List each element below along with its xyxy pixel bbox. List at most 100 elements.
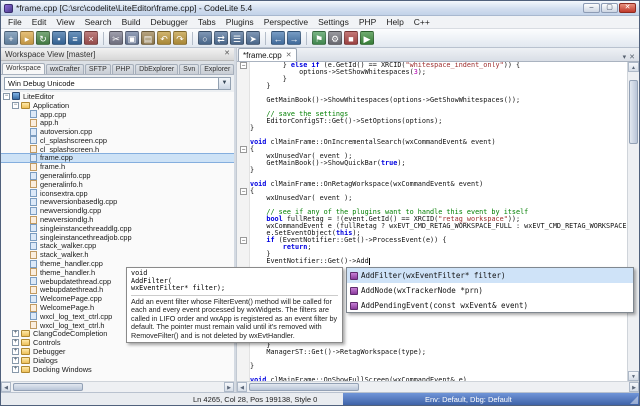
code-line[interactable]: wxUnusedVar( event ); bbox=[237, 195, 627, 202]
sidebar-tab-wxcrafter[interactable]: wxCrafter bbox=[46, 64, 84, 74]
code-line[interactable]: void clMainFrame::OnIncrementalSearch(wx… bbox=[237, 139, 627, 146]
stop-build-icon[interactable]: ■ bbox=[344, 31, 358, 45]
menu-item-view[interactable]: View bbox=[51, 17, 79, 27]
cut-icon[interactable]: ✂ bbox=[109, 31, 123, 45]
menu-item-search[interactable]: Search bbox=[80, 17, 117, 27]
code-line[interactable]: void clMainFrame::OnRetagWorkspace(wxCom… bbox=[237, 181, 627, 188]
expand-icon[interactable]: + bbox=[12, 366, 19, 373]
sidebar-tab-dbexplorer[interactable]: DbExplorer bbox=[135, 64, 178, 74]
sidebar-tab-svn[interactable]: Svn bbox=[179, 64, 199, 74]
code-line[interactable]: EditorConfigST::Get()->SetOptions(option… bbox=[237, 118, 627, 125]
close-file-icon[interactable]: × bbox=[84, 31, 98, 45]
redo-icon[interactable]: ↷ bbox=[173, 31, 187, 45]
editor-horizontal-scrollbar[interactable]: ◀ ▶ bbox=[237, 381, 639, 392]
resize-grip[interactable] bbox=[630, 396, 638, 404]
fold-toggle-icon[interactable]: − bbox=[240, 62, 247, 69]
code-line[interactable]: ManagerST::Get()->RetagWorkspace(type); bbox=[237, 349, 627, 356]
workspace-pane-header[interactable]: Workspace View [master] ✕ bbox=[1, 48, 234, 61]
menu-item-settings[interactable]: Settings bbox=[313, 17, 354, 27]
code-line[interactable] bbox=[237, 356, 627, 363]
maximize-button[interactable]: ▢ bbox=[601, 3, 618, 13]
sidebar-tab-explorer[interactable]: Explorer bbox=[200, 64, 234, 74]
tree-item-singleinstancethreadjob-cpp[interactable]: singleinstancethreadjob.cpp bbox=[1, 233, 234, 242]
tree-item-generalinfo-cpp[interactable]: generalinfo.cpp bbox=[1, 171, 234, 180]
expand-icon[interactable]: + bbox=[12, 357, 19, 364]
run-icon[interactable]: ▶ bbox=[360, 31, 374, 45]
fold-toggle-icon[interactable]: − bbox=[240, 188, 247, 195]
minimize-button[interactable]: – bbox=[583, 3, 600, 13]
find-replace-icon[interactable]: ⇄ bbox=[214, 31, 228, 45]
forward-icon[interactable]: → bbox=[287, 31, 301, 45]
scroll-right-icon[interactable]: ▶ bbox=[224, 382, 234, 392]
scroll-left-icon[interactable]: ◀ bbox=[1, 382, 11, 392]
close-pane-icon[interactable]: ✕ bbox=[224, 50, 230, 58]
tree-item-application[interactable]: −Application bbox=[1, 101, 234, 110]
menu-item-help[interactable]: Help bbox=[381, 17, 408, 27]
tab-list-dropdown-icon[interactable]: ▾ bbox=[623, 53, 627, 61]
tree-item-debugger[interactable]: +Debugger bbox=[1, 347, 234, 356]
code-line[interactable]: return; bbox=[237, 244, 627, 251]
save-file-icon[interactable]: ▪ bbox=[52, 31, 66, 45]
save-all-icon[interactable]: ≡ bbox=[68, 31, 82, 45]
back-icon[interactable]: ← bbox=[271, 31, 285, 45]
tree-item-singleinstancethreaddlg-cpp[interactable]: singleinstancethreaddlg.cpp bbox=[1, 224, 234, 233]
scrollbar-thumb[interactable] bbox=[249, 383, 359, 391]
find-in-files-icon[interactable]: ☰ bbox=[230, 31, 244, 45]
expand-icon[interactable]: + bbox=[12, 339, 19, 346]
copy-icon[interactable]: ▣ bbox=[125, 31, 139, 45]
close-tab-icon[interactable]: ✕ bbox=[286, 51, 292, 59]
expand-icon[interactable]: + bbox=[12, 330, 19, 337]
new-file-icon[interactable]: + bbox=[4, 31, 18, 45]
completion-item[interactable]: AddPendingEvent(const wxEvent& event) bbox=[347, 298, 633, 313]
find-icon[interactable]: ○ bbox=[198, 31, 212, 45]
code-line[interactable]: } bbox=[237, 125, 627, 132]
menu-item-plugins[interactable]: Plugins bbox=[221, 17, 259, 27]
menu-item-build[interactable]: Build bbox=[117, 17, 146, 27]
tab-frame-cpp[interactable]: *frame.cpp ✕ bbox=[238, 48, 297, 61]
completion-item[interactable]: AddNode(wxTrackerNode *prn) bbox=[347, 283, 633, 298]
tree-item-stack-walker-cpp[interactable]: stack_walker.cpp bbox=[1, 242, 234, 251]
sidebar-tab-workspace[interactable]: Workspace bbox=[2, 63, 45, 74]
code-line[interactable]: options->SetShowWhitespaces(3); bbox=[237, 69, 627, 76]
scroll-down-icon[interactable]: ▼ bbox=[628, 371, 639, 381]
bookmark-icon[interactable]: ⚑ bbox=[312, 31, 326, 45]
tree-item-newversiondlg-h[interactable]: newversiondlg.h bbox=[1, 215, 234, 224]
scroll-right-icon[interactable]: ▶ bbox=[629, 382, 639, 392]
tree-item-app-h[interactable]: app.h bbox=[1, 118, 234, 127]
sidebar-tab-php[interactable]: PHP bbox=[112, 64, 134, 74]
code-line[interactable]: EventNotifier::Get()->Add bbox=[237, 258, 627, 265]
expand-icon[interactable]: + bbox=[12, 348, 19, 355]
fold-toggle-icon[interactable]: − bbox=[240, 237, 247, 244]
collapse-icon[interactable]: − bbox=[3, 93, 10, 100]
tree-item-autoversion-cpp[interactable]: autoversion.cpp bbox=[1, 127, 234, 136]
open-folder-icon[interactable]: ▸ bbox=[20, 31, 34, 45]
tree-item-stack-walker-h[interactable]: stack_walker.h bbox=[1, 250, 234, 259]
chevron-down-icon[interactable]: ▼ bbox=[218, 78, 230, 89]
tree-item-frame-cpp[interactable]: frame.cpp bbox=[1, 154, 234, 163]
tree-item-app-cpp[interactable]: app.cpp bbox=[1, 110, 234, 119]
menu-item-edit[interactable]: Edit bbox=[27, 17, 52, 27]
tree-horizontal-scrollbar[interactable]: ◀ ▶ bbox=[1, 381, 234, 392]
completion-item[interactable]: AddFilter(wxEventFilter* filter) bbox=[347, 268, 633, 283]
tree-item-docking-windows[interactable]: +Docking Windows bbox=[1, 365, 234, 374]
scroll-left-icon[interactable]: ◀ bbox=[237, 382, 247, 392]
tree-item-newversionbasedlg-cpp[interactable]: newversionbasedlg.cpp bbox=[1, 198, 234, 207]
menu-item-file[interactable]: File bbox=[3, 17, 27, 27]
tree-item-generalinfo-h[interactable]: generalinfo.h bbox=[1, 180, 234, 189]
close-button[interactable]: ✕ bbox=[619, 3, 636, 13]
menu-item-php[interactable]: PHP bbox=[354, 17, 381, 27]
tree-item-cl-splashscreen-h[interactable]: cl_splashscreen.h bbox=[1, 145, 234, 154]
code-line[interactable]: GetMainBook()->ShowWhitespaces(options->… bbox=[237, 97, 627, 104]
tree-item-cl-splashscreen-cpp[interactable]: cl_splashscreen.cpp bbox=[1, 136, 234, 145]
reload-file-icon[interactable]: ↻ bbox=[36, 31, 50, 45]
vertical-scrollbar[interactable]: ▲ ▼ bbox=[627, 62, 639, 381]
fold-toggle-icon[interactable]: − bbox=[240, 146, 247, 153]
sidebar-tab-sftp[interactable]: SFTP bbox=[85, 64, 111, 74]
code-line[interactable]: } bbox=[237, 167, 627, 174]
menu-item-debugger[interactable]: Debugger bbox=[145, 17, 192, 27]
code-line[interactable]: } bbox=[237, 83, 627, 90]
menu-item-tabs[interactable]: Tabs bbox=[193, 17, 221, 27]
tree-item-dialogs[interactable]: +Dialogs bbox=[1, 356, 234, 365]
tree-item-liteeditor[interactable]: −LiteEditor bbox=[1, 92, 234, 101]
code-line[interactable]: } bbox=[237, 363, 627, 370]
